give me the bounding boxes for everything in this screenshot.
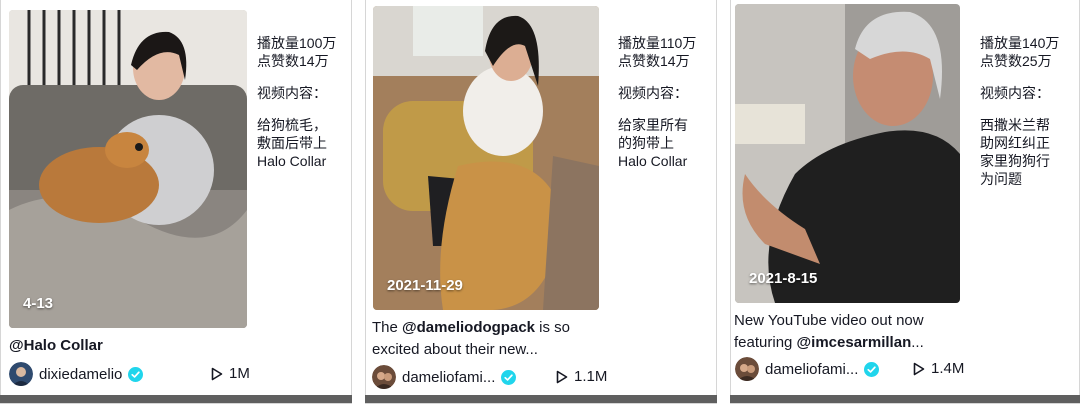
video-caption[interactable]: @Halo Collar bbox=[9, 335, 249, 357]
like-count-text: 点赞数25万 bbox=[980, 53, 1052, 69]
caption-mention[interactable]: @imcesarmillan bbox=[797, 334, 912, 351]
play-icon bbox=[913, 362, 925, 375]
author-name[interactable]: dameliofami... bbox=[765, 361, 858, 378]
video-thumbnail-image bbox=[373, 6, 599, 310]
video-thumbnail[interactable]: 4-13 bbox=[9, 10, 247, 328]
like-count-text: 点赞数14万 bbox=[257, 53, 329, 69]
content-description: 给家里所有 的狗带上 Halo Collar bbox=[618, 117, 688, 169]
content-label: 视频内容： bbox=[257, 85, 327, 101]
content-label: 视频内容： bbox=[980, 85, 1050, 101]
verified-badge-icon bbox=[128, 366, 144, 382]
video-card[interactable]: 2021-8-15 播放量140万 点赞数25万 视频内容： 西撒米兰帮 助网红… bbox=[730, 0, 1080, 404]
view-count-text: 播放量140万 bbox=[980, 35, 1060, 51]
video-stats: 播放量140万 点赞数25万 视频内容： 西撒米兰帮 助网红纠正 家里狗狗行 为… bbox=[980, 34, 1072, 188]
avatar[interactable] bbox=[735, 357, 759, 381]
play-count: 1.1M bbox=[556, 368, 607, 385]
verified-badge-icon bbox=[864, 361, 880, 377]
author-name[interactable]: dameliofami... bbox=[402, 369, 495, 386]
author-link[interactable]: dixiedamelio bbox=[9, 361, 144, 387]
verified-badge-icon bbox=[501, 369, 517, 385]
video-card[interactable]: 4-13 播放量100万 点赞数14万 视频内容： 给狗梳毛， 敷面后带上 Ha… bbox=[0, 0, 352, 404]
avatar[interactable] bbox=[9, 362, 33, 386]
caption-text: The bbox=[372, 319, 403, 336]
play-count: 1M bbox=[211, 365, 250, 382]
video-card[interactable]: 2021-11-29 播放量110万 点赞数14万 视频内容： 给家里所有 的狗… bbox=[365, 0, 717, 404]
play-icon bbox=[211, 367, 223, 380]
author-link[interactable]: dameliofami... bbox=[372, 364, 517, 390]
play-icon bbox=[556, 370, 568, 383]
video-caption[interactable]: New YouTube video out now featuring @imc… bbox=[734, 310, 974, 354]
video-date: 2021-8-15 bbox=[749, 270, 818, 287]
play-count-text: 1.4M bbox=[931, 360, 965, 377]
video-date: 4-13 bbox=[23, 295, 54, 312]
video-stats: 播放量100万 点赞数14万 视频内容： 给狗梳毛， 敷面后带上 Halo Co… bbox=[257, 34, 349, 170]
content-description: 西撒米兰帮 助网红纠正 家里狗狗行 为问题 bbox=[980, 117, 1050, 187]
play-count-text: 1.1M bbox=[574, 368, 608, 385]
video-stats: 播放量110万 点赞数14万 视频内容： 给家里所有 的狗带上 Halo Col… bbox=[618, 34, 710, 170]
video-thumbnail[interactable]: 2021-8-15 bbox=[735, 4, 960, 303]
video-caption[interactable]: The @dameliodogpack is so excited about … bbox=[372, 317, 612, 361]
view-count-text: 播放量110万 bbox=[618, 35, 697, 51]
video-thumbnail-image bbox=[735, 4, 960, 303]
play-count-text: 1M bbox=[229, 365, 250, 382]
content-label: 视频内容： bbox=[618, 85, 688, 101]
avatar[interactable] bbox=[372, 365, 396, 389]
video-card-row: 4-13 播放量100万 点赞数14万 视频内容： 给狗梳毛， 敷面后带上 Ha… bbox=[0, 0, 1080, 404]
content-description: 给狗梳毛， 敷面后带上 Halo Collar bbox=[257, 117, 327, 169]
like-count-text: 点赞数14万 bbox=[618, 53, 690, 69]
view-count-text: 播放量100万 bbox=[257, 35, 337, 51]
video-date: 2021-11-29 bbox=[387, 277, 463, 294]
caption-mention[interactable]: @dameliodogpack bbox=[402, 319, 535, 336]
author-link[interactable]: dameliofami... bbox=[735, 356, 880, 382]
video-thumbnail-image bbox=[9, 10, 247, 328]
play-count: 1.4M bbox=[913, 360, 964, 377]
video-thumbnail[interactable]: 2021-11-29 bbox=[373, 6, 599, 310]
caption-text: ... bbox=[911, 334, 924, 351]
author-name[interactable]: dixiedamelio bbox=[39, 366, 122, 383]
